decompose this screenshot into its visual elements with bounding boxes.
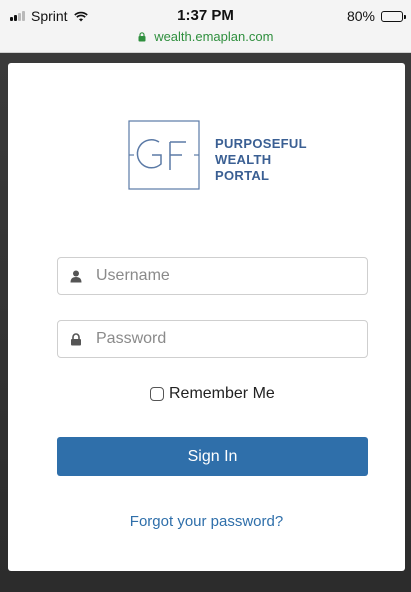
password-field[interactable]	[57, 320, 368, 358]
logo-line-3: PORTAL	[215, 168, 270, 183]
lock-icon	[71, 333, 81, 346]
portal-logo: PURPOSEFUL WEALTH PORTAL	[128, 120, 328, 190]
status-bar: Sprint 1:37 PM 80% wealth.emaplan.com	[0, 0, 411, 53]
sign-in-button[interactable]: Sign In	[57, 437, 368, 476]
username-input[interactable]	[96, 258, 356, 294]
login-card: PURPOSEFUL WEALTH PORTAL Remember Me Sig…	[8, 63, 405, 571]
url-bar[interactable]: wealth.emaplan.com	[0, 29, 411, 44]
remember-me-label: Remember Me	[169, 385, 275, 402]
gf-logo-icon	[128, 120, 200, 190]
logo-line-2: WEALTH	[215, 152, 272, 167]
logo-line-1: PURPOSEFUL	[215, 136, 307, 151]
lock-icon	[138, 32, 146, 42]
logo-text: PURPOSEFUL WEALTH PORTAL	[215, 136, 307, 184]
url-text: wealth.emaplan.com	[154, 29, 274, 44]
battery-icon	[381, 10, 406, 22]
forgot-password-link[interactable]: Forgot your password?	[8, 513, 405, 530]
user-icon	[70, 270, 82, 283]
remember-me-checkbox[interactable]	[150, 387, 164, 401]
battery-percent: 80%	[346, 8, 375, 24]
remember-me[interactable]: Remember Me	[150, 385, 275, 403]
password-input[interactable]	[96, 321, 356, 357]
username-field[interactable]	[57, 257, 368, 295]
status-right: 80%	[346, 8, 406, 24]
